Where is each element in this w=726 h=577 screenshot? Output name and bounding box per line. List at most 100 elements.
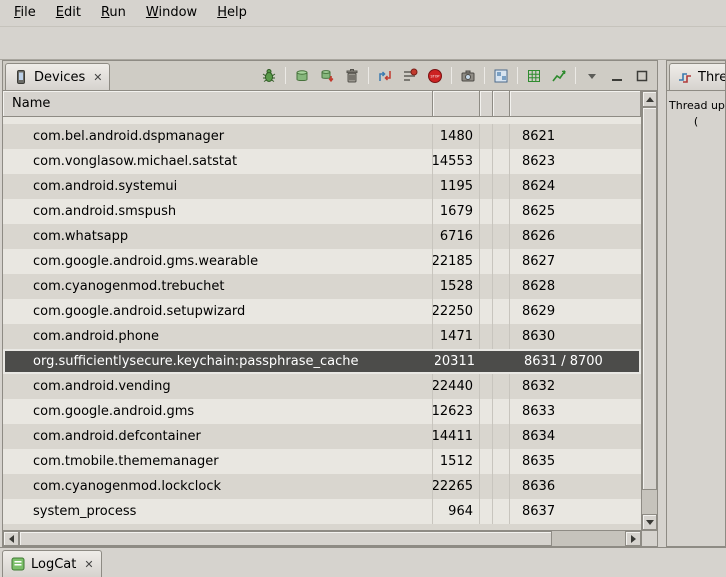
cell-col4 <box>493 499 510 524</box>
table-row[interactable]: com.cyanogenmod.trebuchet 1528 8628 <box>3 274 641 299</box>
table-row[interactable]: com.android.vending 22440 8632 <box>3 374 641 399</box>
table-row[interactable]: com.bel.android.dspmanager 1480 8621 <box>3 124 641 149</box>
devices-panel: Devices ✕ STOP Name com.bel.android.dspm… <box>2 60 658 547</box>
process-name: system_process <box>3 499 433 524</box>
process-port: 8627 <box>510 249 641 274</box>
table-row[interactable]: org.sufficientlysecure.keychain:passphra… <box>3 349 641 374</box>
process-port: 8625 <box>510 199 641 224</box>
cell-col4 <box>493 249 510 274</box>
table-row[interactable]: com.tmobile.thememanager 1512 8635 <box>3 449 641 474</box>
close-icon[interactable]: ✕ <box>81 558 93 571</box>
process-port: 8628 <box>510 274 641 299</box>
down-arrow-icon <box>646 520 654 525</box>
cell-col3 <box>480 224 493 249</box>
process-port: 8637 <box>510 499 641 524</box>
process-pid: 1528 <box>433 274 480 299</box>
cell-col3 <box>480 324 493 349</box>
opengl-trace-icon[interactable] <box>525 67 543 85</box>
menu-window[interactable]: Window <box>136 0 207 26</box>
process-name: com.android.phone <box>3 324 433 349</box>
horizontal-scrollbar[interactable] <box>3 530 641 546</box>
cell-col4 <box>493 274 510 299</box>
view-menu-icon[interactable] <box>583 67 601 85</box>
tab-threads-label: Threads <box>698 70 726 85</box>
maximize-icon[interactable] <box>633 67 651 85</box>
screen-capture-icon[interactable] <box>459 67 477 85</box>
stop-process-icon[interactable]: STOP <box>426 67 444 85</box>
vertical-scroll-track[interactable] <box>642 107 657 514</box>
table-row[interactable]: com.android.smspush 1679 8625 <box>3 199 641 224</box>
process-port: 8636 <box>510 474 641 499</box>
process-pid: 1195 <box>433 174 480 199</box>
process-name: com.cyanogenmod.lockclock <box>3 474 433 499</box>
vertical-scroll-thumb[interactable] <box>642 107 657 490</box>
process-port: 8631 / 8700 <box>512 351 639 372</box>
process-name: com.android.systemui <box>3 174 433 199</box>
logcat-bar: LogCat ✕ <box>0 547 726 577</box>
column-header-col3[interactable] <box>480 91 493 117</box>
threads-icon <box>677 69 693 85</box>
column-header-pid[interactable] <box>433 91 480 117</box>
vertical-scrollbar[interactable] <box>641 91 657 530</box>
tab-logcat[interactable]: LogCat ✕ <box>2 550 102 577</box>
column-header-port[interactable] <box>510 91 641 117</box>
scroll-right-button[interactable] <box>625 531 641 546</box>
toolbar-separator <box>451 67 452 84</box>
process-name: org.sufficientlysecure.keychain:passphra… <box>5 351 435 372</box>
table-row[interactable]: system_process 964 8637 <box>3 499 641 524</box>
scroll-down-button[interactable] <box>642 514 657 530</box>
process-pid: 964 <box>433 499 480 524</box>
menu-help[interactable]: Help <box>207 0 257 26</box>
toolbar-separator <box>484 67 485 84</box>
debug-icon[interactable] <box>260 67 278 85</box>
minimize-icon[interactable] <box>608 67 626 85</box>
table-row[interactable]: com.android.systemui 1195 8624 <box>3 174 641 199</box>
table-row[interactable]: com.android.defcontainer 14411 8634 <box>3 424 641 449</box>
gc-icon[interactable] <box>343 67 361 85</box>
scroll-up-button[interactable] <box>642 91 657 107</box>
menu-file[interactable]: File <box>4 0 46 26</box>
scroll-left-button[interactable] <box>3 531 19 546</box>
up-arrow-icon <box>646 97 654 102</box>
process-pid: 1471 <box>433 324 480 349</box>
cell-col3 <box>480 474 493 499</box>
devices-bottom-row <box>3 530 657 546</box>
menu-edit[interactable]: Edit <box>46 0 91 26</box>
table-row[interactable]: com.android.phone 1471 8630 <box>3 324 641 349</box>
process-name: com.bel.android.dspmanager <box>3 124 433 149</box>
table-row[interactable]: com.cyanogenmod.lockclock 22265 8636 <box>3 474 641 499</box>
threads-message-line2: ( <box>667 115 725 128</box>
method-profiling-icon[interactable] <box>401 67 419 85</box>
systrace-icon[interactable] <box>550 67 568 85</box>
logcat-icon <box>10 556 26 572</box>
tab-threads[interactable]: Threads <box>669 63 726 90</box>
table-row[interactable]: com.vonglasow.michael.satstat 14553 8623 <box>3 149 641 174</box>
column-header-col4[interactable] <box>493 91 510 117</box>
device-table-body: com.bel.android.dspmanager 1480 8621 com… <box>3 117 641 530</box>
update-threads-icon[interactable] <box>376 67 394 85</box>
process-port: 8635 <box>510 449 641 474</box>
table-row[interactable]: com.google.android.gms 12623 8633 <box>3 399 641 424</box>
process-port: 8626 <box>510 224 641 249</box>
column-header-name[interactable]: Name <box>3 91 433 117</box>
horizontal-scroll-thumb[interactable] <box>19 531 552 546</box>
close-icon[interactable]: ✕ <box>90 71 102 84</box>
view-hierarchy-icon[interactable] <box>492 67 510 85</box>
table-row[interactable]: com.google.android.setupwizard 22250 862… <box>3 299 641 324</box>
menu-run[interactable]: Run <box>91 0 136 26</box>
process-port: 8629 <box>510 299 641 324</box>
tab-devices[interactable]: Devices ✕ <box>5 63 110 90</box>
dump-hprof-icon[interactable] <box>318 67 336 85</box>
threads-panel: Threads Thread up ( <box>666 60 726 547</box>
update-heap-icon[interactable] <box>293 67 311 85</box>
cell-col4 <box>493 299 510 324</box>
horizontal-scroll-track[interactable] <box>19 531 625 546</box>
table-row[interactable]: com.whatsapp 6716 8626 <box>3 224 641 249</box>
cell-col3 <box>480 424 493 449</box>
cell-col4 <box>493 149 510 174</box>
table-row[interactable]: com.google.android.gms.wearable 22185 86… <box>3 249 641 274</box>
threads-content: Thread up ( <box>667 91 725 546</box>
right-arrow-icon <box>631 535 636 543</box>
threads-message-line1: Thread up <box>667 99 725 112</box>
process-name: com.google.android.gms.wearable <box>3 249 433 274</box>
